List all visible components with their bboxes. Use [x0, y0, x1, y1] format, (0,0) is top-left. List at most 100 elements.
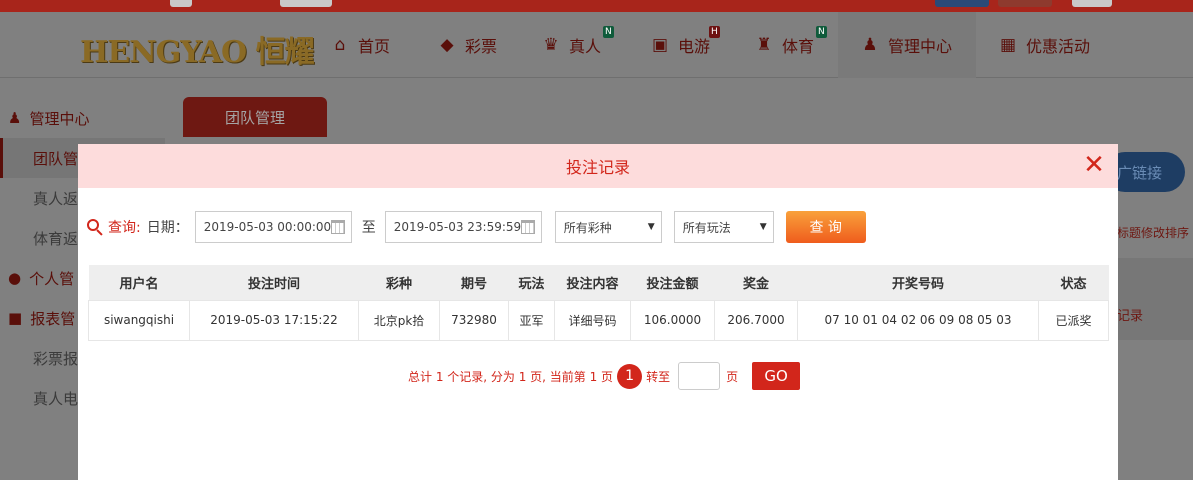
pagination: 总计 1 个记录, 分为 1 页, 当前第 1 页 1 转至 页 GO [408, 362, 801, 390]
sidebar-label: 团队管 [33, 149, 79, 168]
query-bar: 查询: 日期： 2019-05-03 00:00:00 至 2019-05-03… [86, 210, 866, 244]
users-icon: ♟ [862, 35, 878, 55]
top-strip-button[interactable] [935, 0, 989, 7]
query-label: 查询: [108, 220, 141, 236]
sidebar-label: 真人返 [33, 189, 79, 208]
tab-team-management[interactable]: 团队管理 [183, 97, 327, 137]
column-header: 彩种 [358, 265, 440, 300]
background-table-header [1117, 258, 1193, 340]
cell-play-type: 亚军 [508, 299, 555, 341]
cell-bet-amount: 106.0000 [630, 299, 715, 341]
column-header: 用户名 [88, 265, 190, 300]
start-date-input[interactable]: 2019-05-03 00:00:00 [194, 211, 352, 243]
nav-label: 优惠活动 [1026, 37, 1091, 56]
goto-label: 转至 [646, 369, 671, 384]
site-logo[interactable]: HENGYAO 恒耀 [80, 27, 315, 71]
bet-detail-link[interactable]: 详细号码 [554, 299, 631, 341]
bet-records-table: 用户名 投注时间 彩种 期号 玩法 投注内容 投注金额 奖金 开奖号码 状态 s… [88, 265, 1109, 341]
date-label: 日期： [146, 220, 189, 236]
to-label: 至 [361, 220, 376, 236]
sidebar-label: 体育返 [33, 229, 79, 248]
lottery-type-value: 所有彩种 [563, 220, 612, 235]
nav-live[interactable]: ♛ 真人 N [541, 12, 614, 78]
column-header: 玩法 [508, 265, 555, 300]
cell-bet-time: 2019-05-03 17:15:22 [189, 299, 359, 341]
column-header: 奖金 [714, 265, 798, 300]
top-strip-button[interactable] [998, 0, 1052, 7]
end-date-input[interactable]: 2019-05-03 23:59:59 [384, 211, 542, 243]
column-header: 投注内容 [554, 265, 631, 300]
nav-label: 电游 [678, 37, 711, 56]
calendar-icon[interactable] [330, 220, 345, 234]
sidebar-label: 报表管 [30, 309, 76, 328]
trophy-icon: ♜ [756, 35, 772, 55]
column-header: 期号 [439, 265, 509, 300]
nav-management[interactable]: ♟ 管理中心 [838, 12, 977, 78]
search-button[interactable]: 查 询 [785, 211, 866, 243]
user-icon: ● [8, 269, 22, 287]
nav-label: 管理中心 [888, 37, 953, 56]
nav-slots[interactable]: ▣ 电游 H [650, 12, 720, 78]
pagination-summary: 总计 1 个记录, 分为 1 页, 当前第 1 页 [408, 369, 614, 384]
page-number-current[interactable]: 1 [617, 363, 643, 389]
record-link[interactable]: 记录 [1117, 305, 1143, 324]
top-strip-control[interactable] [280, 0, 332, 7]
close-icon[interactable]: ✕ [1082, 152, 1106, 178]
nav-sports[interactable]: ♜ 体育 N [754, 12, 827, 78]
main-navbar: HENGYAO 恒耀 ⌂ 首页 ◆ 彩票 ♛ 真人 N ▣ 电游 H ♜ 体育 … [0, 12, 1193, 78]
new-badge: N [603, 26, 614, 38]
lottery-icon: ◆ [440, 35, 454, 55]
chevron-down-icon: ▼ [647, 222, 655, 232]
new-badge: N [816, 26, 827, 38]
search-icon [86, 218, 104, 236]
table-header-row: 用户名 投注时间 彩种 期号 玩法 投注内容 投注金额 奖金 开奖号码 状态 [88, 265, 1109, 300]
nav-label: 彩票 [465, 37, 498, 56]
users-icon: ♟ [8, 109, 22, 127]
top-strip-control[interactable] [1072, 0, 1112, 7]
cell-username: siwangqishi [88, 299, 190, 341]
sidebar-label: 彩票报 [33, 349, 79, 368]
nav-label: 真人 [569, 37, 602, 56]
column-header: 投注时间 [189, 265, 359, 300]
home-icon: ⌂ [334, 35, 346, 55]
top-strip-control[interactable] [170, 0, 192, 7]
sidebar-heading-management[interactable]: ♟ 管理中心 [0, 98, 165, 138]
end-date-value: 2019-05-03 23:59:59 [393, 220, 522, 234]
live-dealer-icon: ♛ [543, 35, 559, 55]
cell-issue: 732980 [439, 299, 509, 341]
cell-prize: 206.7000 [714, 299, 798, 341]
nav-home[interactable]: ⌂ 首页 [330, 12, 390, 78]
status-badge: 已派奖 [1038, 299, 1109, 341]
cell-draw-numbers: 07 10 01 04 02 06 09 08 05 03 [797, 299, 1039, 341]
go-button[interactable]: GO [752, 362, 801, 390]
slot-game-icon: ▣ [651, 35, 669, 55]
sidebar-label: 管理中心 [29, 109, 90, 128]
lottery-type-select[interactable]: 所有彩种 ▼ [554, 211, 662, 243]
nav-label: 体育 [782, 37, 815, 56]
sidebar-label: 真人电 [33, 389, 79, 408]
top-strip [0, 0, 1193, 12]
modal-title: 投注记录 [565, 158, 630, 177]
hot-badge: H [709, 26, 720, 38]
bet-records-modal: 投注记录 ✕ 查询: 日期： 2019-05-03 00:00:00 至 201… [78, 144, 1118, 480]
page-unit-label: 页 [726, 369, 739, 384]
play-type-value: 所有玩法 [682, 220, 731, 235]
calendar-icon[interactable] [520, 220, 535, 234]
nav-lottery[interactable]: ◆ 彩票 [437, 12, 497, 78]
table-row: siwangqishi 2019-05-03 17:15:22 北京pk拾 73… [88, 299, 1109, 341]
column-header: 开奖号码 [797, 265, 1039, 300]
goto-page-input[interactable] [678, 362, 721, 390]
gift-icon: ▦ [999, 35, 1017, 55]
report-icon: ■ [8, 309, 23, 327]
sidebar-label: 个人管 [29, 269, 75, 288]
start-date-value: 2019-05-03 00:00:00 [203, 220, 332, 234]
column-header: 投注金额 [630, 265, 715, 300]
cell-lottery: 北京pk拾 [358, 299, 440, 341]
sort-hint-text: 标题修改排序 [1117, 226, 1190, 240]
chevron-down-icon: ▼ [759, 222, 767, 232]
nav-label: 首页 [358, 37, 391, 56]
modal-header: 投注记录 ✕ [78, 144, 1118, 188]
nav-promotions[interactable]: ▦ 优惠活动 [998, 12, 1090, 78]
column-header: 状态 [1038, 265, 1109, 300]
play-type-select[interactable]: 所有玩法 ▼ [673, 211, 774, 243]
